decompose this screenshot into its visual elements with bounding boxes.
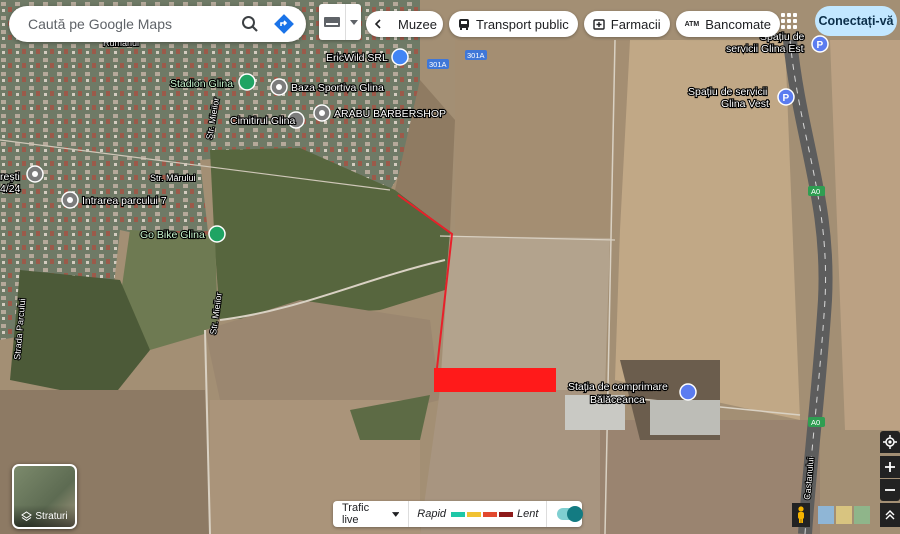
industry-pin[interactable] [679,383,697,401]
traffic-slow-label: Lent [517,508,539,520]
traffic-swatch-very-slow [499,511,514,517]
zoom-in-button[interactable] [880,456,900,478]
place-label[interactable]: Baza Sportiva Glina [290,81,385,95]
bus-icon [458,18,470,30]
traffic-swatch-fast [451,511,466,517]
search-icon[interactable] [238,12,262,36]
search-box[interactable]: Caută pe Google Maps [9,6,306,42]
search-placeholder[interactable]: Caută pe Google Maps [28,16,238,32]
place-pin[interactable] [313,104,331,122]
chip-label[interactable]: Muzee [398,17,437,32]
category-chips: Muzee Transport public Farmacii ATM Banc… [366,11,781,37]
layers-button[interactable]: Straturi [12,464,77,529]
chevron-left-icon[interactable] [374,19,382,29]
caret-down-icon [391,511,400,517]
chip-transit[interactable]: Transport public [449,11,578,37]
satellite-map[interactable]: P P 301A 301A A0 A0 Stadion Glina Baza S… [0,0,900,534]
stadium-pin[interactable] [238,73,256,91]
place-label[interactable]: Glina Vest [720,97,770,111]
traffic-fast-label: Rapid [417,508,447,520]
road-shield: A0 [808,417,825,427]
place-pin[interactable] [270,78,288,96]
street-view-button[interactable] [792,503,810,527]
chevron-up-icon [885,510,895,520]
traffic-swatch-slow [483,511,498,517]
layers-label: Straturi [35,510,68,522]
traffic-dropdown[interactable]: Trafic live [333,501,410,527]
edge-label: rești [0,171,20,183]
chip-atms[interactable]: ATM Bancomate [675,11,781,37]
imagery-thumb[interactable] [854,506,870,524]
apps-grid-icon[interactable] [781,13,797,29]
chip-pharmacies[interactable]: Farmacii [583,11,670,37]
imagery-thumb[interactable] [818,506,834,524]
shield-label: 301A [467,51,485,60]
traffic-label[interactable]: Trafic live [342,502,386,526]
place-label[interactable]: Spațiu de servicii [687,85,769,99]
shield-label: 301A [429,60,447,69]
layers-caption: Straturi [14,505,75,527]
traffic-toggle[interactable] [557,506,583,522]
shield-label: A0 [811,418,820,427]
shop-pin[interactable] [391,48,409,66]
street-label: Str. Mărului [150,173,196,183]
atm-icon: ATM [684,20,700,28]
traffic-legend: Rapid Lent [409,501,548,527]
place-label[interactable]: EricWild SRL [325,51,389,65]
place-label[interactable]: Stația de comprimare [567,380,669,394]
input-tools[interactable] [319,4,361,40]
parking-pin[interactable]: P [777,88,795,106]
directions-icon[interactable] [272,12,296,36]
place-label[interactable]: Stadion Glina [169,77,234,91]
bike-pin[interactable] [208,225,226,243]
road-shield: 301A [427,59,449,69]
imagery-thumb[interactable] [836,506,852,524]
place-label[interactable]: ARABU BARBERSHOP [333,107,447,121]
sign-in-button[interactable]: Conectați-vă [815,6,897,36]
place-label[interactable]: servicii Glina Est [725,42,805,56]
pegman-icon [798,506,804,523]
svg-text:P: P [783,93,790,104]
chevron-down-icon[interactable] [346,4,361,40]
my-location-button[interactable] [880,431,900,453]
plus-icon [885,462,895,472]
imagery-thumbnails[interactable] [818,506,870,524]
place-label[interactable]: Go Bike Glina [139,228,206,242]
chip-label[interactable]: Transport public [476,17,569,32]
layers-icon [21,510,33,521]
chip-museums[interactable]: Muzee [366,11,444,37]
place-pin[interactable] [26,165,44,183]
minus-icon [885,489,895,491]
chip-label[interactable]: Bancomate [705,17,771,32]
place-pin[interactable] [61,191,79,209]
zoom-out-button[interactable] [880,479,900,501]
expand-button[interactable] [880,503,900,527]
shield-label: A0 [811,187,820,196]
place-label[interactable]: Bălăceanca [589,393,646,407]
traffic-panel: Trafic live Rapid Lent [333,501,583,527]
pharmacy-icon [593,18,605,30]
svg-text:P: P [817,40,824,51]
marked-area [434,368,556,392]
parking-pin[interactable]: P [811,35,829,53]
place-label[interactable]: Cimitirul Glina [229,114,297,128]
traffic-swatch-medium [467,511,482,517]
place-label[interactable]: Intrarea parcului 7 [81,194,168,208]
keyboard-icon[interactable] [319,4,346,40]
road-shield: 301A [465,50,487,60]
my-location-icon [883,435,897,449]
edge-label: 4/24 [0,183,21,195]
chip-label[interactable]: Farmacii [611,17,661,32]
road-shield: A0 [808,186,825,196]
